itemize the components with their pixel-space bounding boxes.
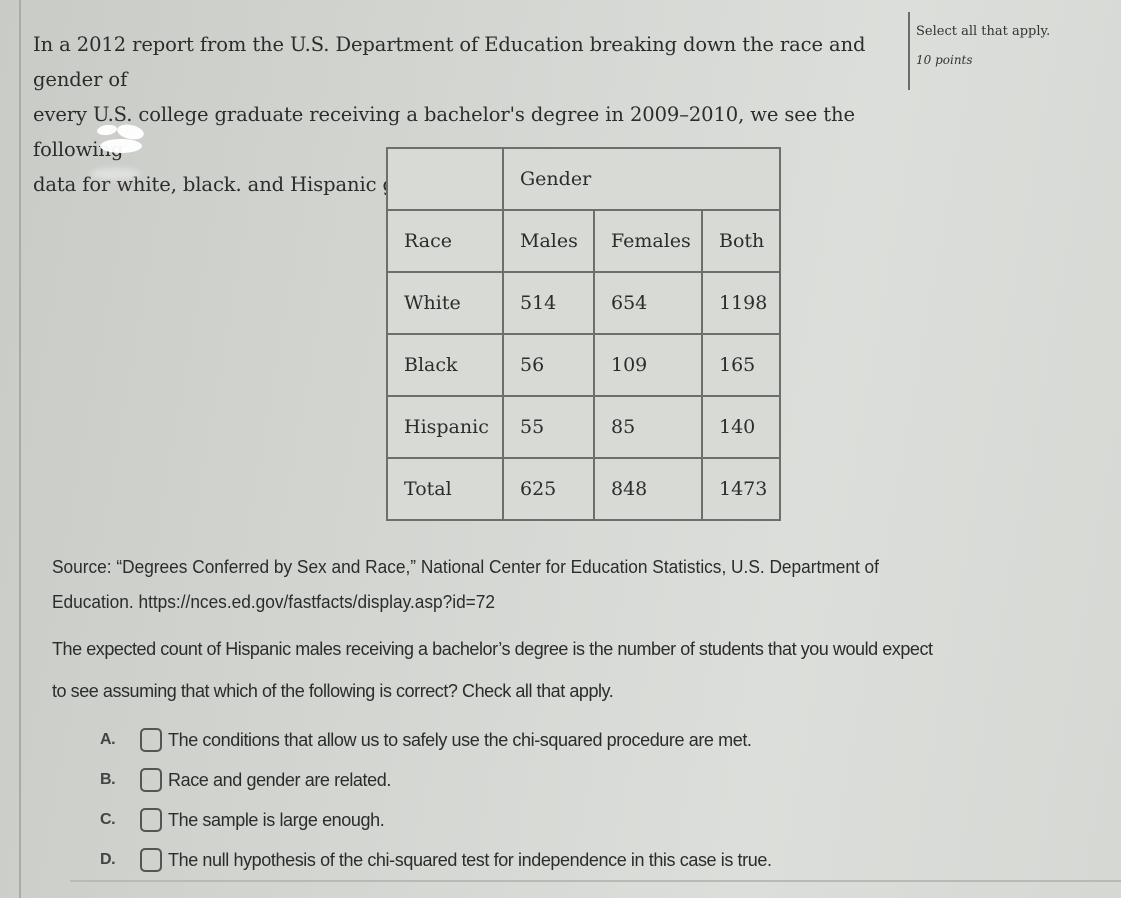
answer-options: A. The conditions that allow us to safel… xyxy=(100,720,772,880)
table-cell: 1198 xyxy=(701,271,781,335)
source-line: Education. https://nces.ed.gov/fastfacts… xyxy=(52,592,495,612)
source-citation: Source: “Degrees Conferred by Sex and Ra… xyxy=(52,550,993,620)
content-bottom-border xyxy=(70,880,1121,882)
table-cell: 109 xyxy=(593,333,703,397)
column-header: Both xyxy=(701,209,781,273)
table-total-row: Total 625 848 1473 xyxy=(386,457,781,521)
row-label: Hispanic xyxy=(386,395,504,459)
question-line: to see assuming that which of the follow… xyxy=(52,681,614,701)
question-line: The expected count of Hispanic males rec… xyxy=(52,639,933,659)
option-c-checkbox[interactable] xyxy=(140,808,162,832)
table-cell: 55 xyxy=(502,395,595,459)
table-cell: 654 xyxy=(593,271,703,335)
question-prompt: The expected count of Hispanic males rec… xyxy=(52,628,1112,712)
intro-line: In a 2012 report from the U.S. Departmen… xyxy=(33,33,866,91)
option-letter: C. xyxy=(100,811,116,828)
row-label: Total xyxy=(386,457,504,521)
table-header-row: Race Males Females Both xyxy=(386,209,781,273)
table-row: Black 56 109 165 xyxy=(386,333,781,397)
option-b-checkbox[interactable] xyxy=(140,768,162,792)
option-d[interactable]: D. The null hypothesis of the chi-square… xyxy=(100,840,772,880)
option-text[interactable]: The null hypothesis of the chi-squared t… xyxy=(168,850,772,871)
gender-group-header: Gender xyxy=(502,147,781,211)
option-c[interactable]: C. The sample is large enough. xyxy=(100,800,772,840)
option-a-checkbox[interactable] xyxy=(140,728,162,752)
option-text[interactable]: The sample is large enough. xyxy=(168,810,385,831)
row-label: Black xyxy=(386,333,504,397)
screen-glare xyxy=(100,139,142,153)
option-letter: B. xyxy=(100,771,116,788)
table-cell: 56 xyxy=(502,333,595,397)
table-cell: 848 xyxy=(593,457,703,521)
option-letter: D. xyxy=(100,851,116,868)
option-d-checkbox[interactable] xyxy=(140,848,162,872)
column-header: Females xyxy=(593,209,703,273)
table-corner-cell xyxy=(386,147,504,211)
table-cell: 625 xyxy=(502,457,595,521)
option-b[interactable]: B. Race and gender are related. xyxy=(100,760,772,800)
option-a[interactable]: A. The conditions that allow us to safel… xyxy=(100,720,772,760)
table-row: Hispanic 55 85 140 xyxy=(386,395,781,459)
select-all-instruction: Select all that apply. xyxy=(916,24,1051,39)
points-label: 10 points xyxy=(916,53,973,67)
option-text[interactable]: Race and gender are related. xyxy=(168,770,391,791)
option-letter: A. xyxy=(100,731,116,748)
table-cell: 140 xyxy=(701,395,781,459)
screen-glare xyxy=(90,168,140,180)
column-header: Race xyxy=(386,209,504,273)
column-header: Males xyxy=(502,209,595,273)
row-label: White xyxy=(386,271,504,335)
left-margin-rule xyxy=(19,0,21,898)
source-line: Source: “Degrees Conferred by Sex and Ra… xyxy=(52,557,879,577)
table-cell: 165 xyxy=(701,333,781,397)
table-row: White 514 654 1198 xyxy=(386,271,781,335)
question-sidebar: Select all that apply. 10 points xyxy=(908,12,1050,90)
table-cell: 514 xyxy=(502,271,595,335)
table-group-header-row: Gender xyxy=(386,147,781,211)
option-text[interactable]: The conditions that allow us to safely u… xyxy=(168,730,752,751)
table-cell: 85 xyxy=(593,395,703,459)
table-cell: 1473 xyxy=(701,457,781,521)
race-gender-table: Gender Race Males Females Both White 514… xyxy=(386,147,781,521)
